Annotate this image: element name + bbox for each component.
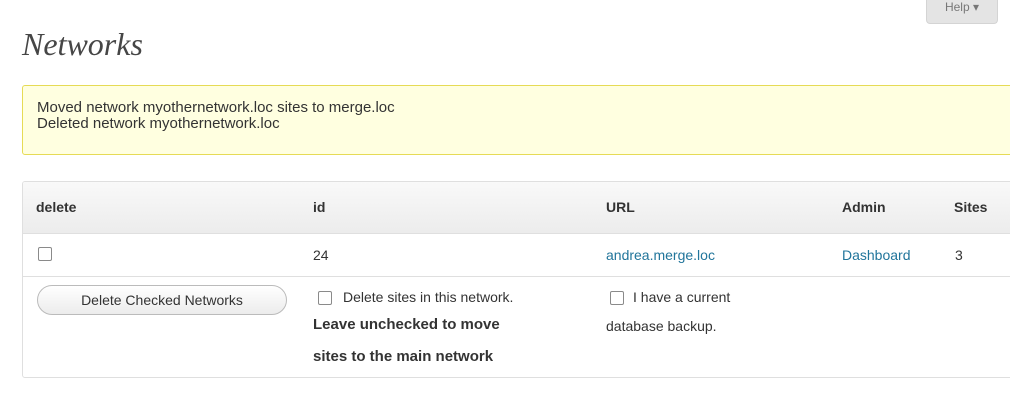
dashboard-link[interactable]: Dashboard [842,247,911,263]
column-header-delete: delete [36,199,77,215]
delete-sites-note-line1: Leave unchecked to move [313,316,500,333]
table-header: delete id URL Admin Sites [23,182,1010,234]
bulk-actions-row: Delete Checked Networks Delete sites in … [23,276,1010,378]
delete-sites-checkbox[interactable] [318,291,332,305]
sites-count: 3 [955,247,963,263]
notice-line-deleted: Deleted network myothernetwork.loc [37,115,280,132]
notice-line-moved: Moved network myothernetwork.loc sites t… [37,99,395,116]
delete-checked-networks-button[interactable]: Delete Checked Networks [37,285,287,315]
column-header-sites: Sites [954,199,988,215]
backup-label-line1[interactable]: I have a current [633,289,730,305]
backup-label-line2[interactable]: database backup. [606,318,717,334]
backup-confirm-checkbox[interactable] [610,291,624,305]
update-notice: Moved network myothernetwork.loc sites t… [22,85,1010,155]
delete-sites-note-line2: sites to the main network [313,348,494,365]
networks-table: delete id URL Admin Sites 24 andrea.merg… [22,181,1010,378]
table-row: 24 andrea.merge.loc Dashboard 3 [23,234,1010,277]
help-tab[interactable]: Help ▾ [926,0,998,24]
network-url-link[interactable]: andrea.merge.loc [606,247,715,263]
options-divider [300,377,830,378]
help-tab-label[interactable]: Help ▾ [945,0,979,14]
column-header-admin: Admin [842,199,886,215]
delete-network-checkbox[interactable] [38,247,52,261]
network-id: 24 [313,247,329,263]
page-title: Networks [22,26,143,62]
delete-sites-label[interactable]: Delete sites in this network. [343,289,513,305]
column-header-url: URL [606,199,635,215]
column-header-id: id [313,199,326,215]
